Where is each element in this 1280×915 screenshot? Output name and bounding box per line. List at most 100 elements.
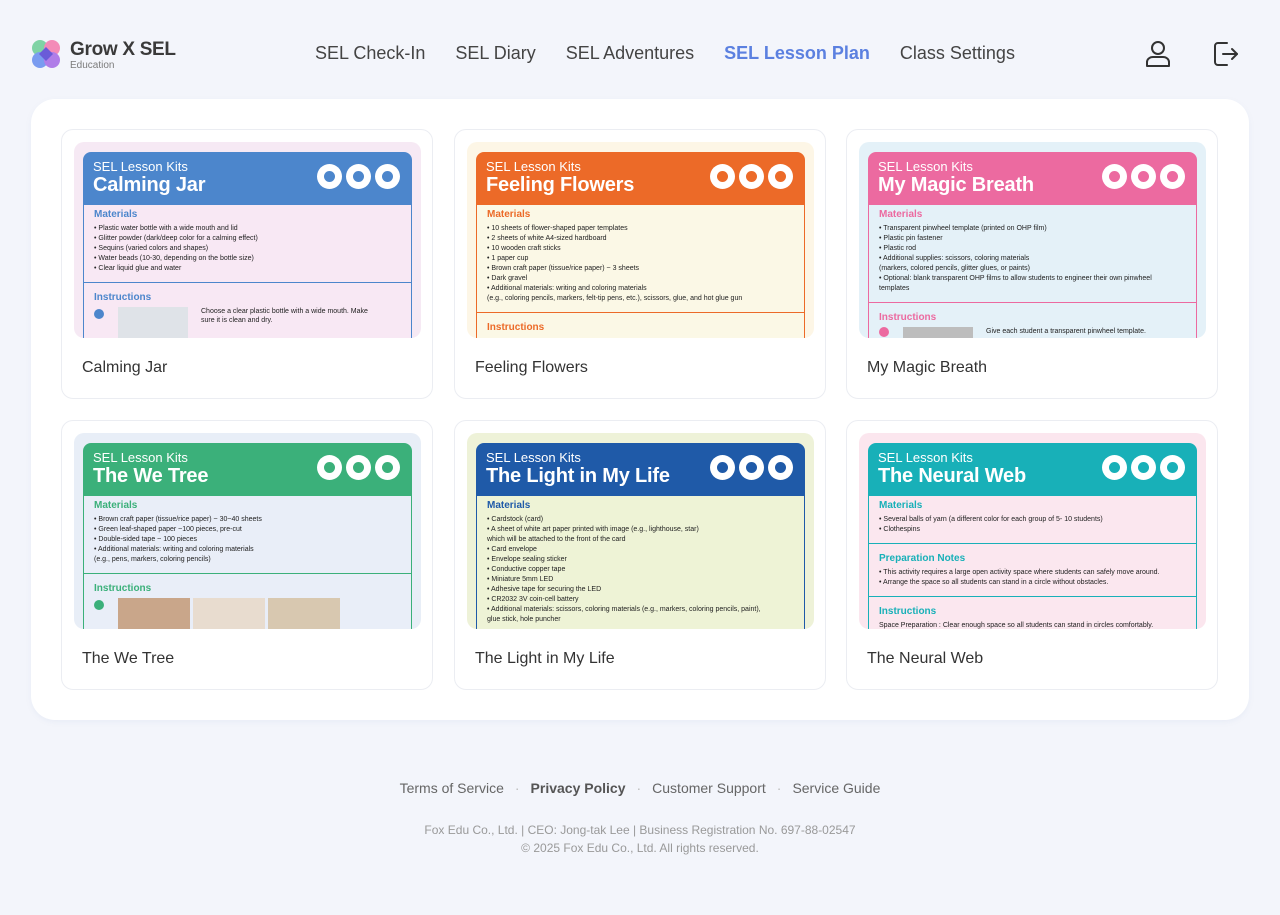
kit-line: • Arrange the space so all students can … — [879, 579, 1109, 586]
kit-line: • Green leaf-shaped paper ~100 pieces, p… — [94, 526, 242, 533]
nav-sel-diary[interactable]: SEL Diary — [455, 42, 535, 64]
kit-section-instructions: Instructions — [94, 292, 152, 303]
kit-thumbnail: SEL Lesson Kits The We Tree Materials • … — [74, 433, 421, 629]
kit-icons — [313, 455, 400, 480]
kit-section-instructions: Instructions — [879, 606, 937, 617]
lesson-card-title: Calming Jar — [82, 359, 168, 376]
yarn-icon — [1102, 455, 1127, 480]
kit-line: (e.g., coloring pencils, markers, felt-t… — [487, 295, 743, 302]
kit-thumbnail: SEL Lesson Kits Calming Jar Materials • … — [74, 142, 421, 338]
kit-section-materials: Materials — [487, 500, 531, 511]
kit-line: • Plastic pin fastener — [879, 235, 943, 242]
kit-line: (markers, colored pencils, glitter glues… — [879, 265, 1030, 272]
yarn-icon — [1160, 455, 1185, 480]
kit-line: • Adhesive tape for securing the LED — [487, 586, 602, 593]
spiral-icon — [375, 164, 400, 189]
kit-line: • 10 sheets of flower-shaped paper templ… — [487, 225, 628, 232]
kit-line: • Additional supplies: scissors, colorin… — [879, 255, 1030, 262]
kit-line: • Envelope sealing sticker — [487, 556, 567, 563]
customer-support-link[interactable]: Customer Support — [652, 780, 766, 796]
logo[interactable]: Grow X SEL Education — [30, 37, 190, 73]
sparkle-icon — [317, 164, 342, 189]
kit-line: • Additional materials: scissors, colori… — [487, 606, 761, 613]
pinwheel-icon — [1131, 164, 1156, 189]
lesson-card-the-we-tree[interactable]: SEL Lesson Kits The We Tree Materials • … — [61, 420, 433, 690]
pinwheel-icon — [1102, 164, 1127, 189]
kit-step: Give each student a transparent pinwheel… — [986, 328, 1146, 335]
lesson-card-feeling-flowers[interactable]: SEL Lesson Kits Feeling Flowers Material… — [454, 129, 826, 399]
lesson-card-title: Feeling Flowers — [475, 359, 588, 376]
kit-line: • Conductive copper tape — [487, 566, 566, 573]
kit-line: • Sequins (varied colors and shapes) — [94, 245, 209, 252]
kit-section-preparation: Preparation Notes — [879, 553, 966, 564]
user-icon — [1146, 41, 1170, 67]
kit-line: which will be attached to the front of t… — [487, 536, 626, 543]
kit-line: glue stick, hole puncher — [487, 616, 561, 623]
kit-thumbnail: SEL Lesson Kits The Neural Web Materials… — [859, 433, 1206, 629]
kit-line: • This activity requires a large open ac… — [879, 569, 1160, 576]
kit-thumbnail: SEL Lesson Kits Feeling Flowers Material… — [467, 142, 814, 338]
leaf-icon — [317, 455, 342, 480]
logout-button[interactable] — [1213, 40, 1239, 68]
profile-button[interactable] — [1145, 40, 1171, 68]
kit-line: • 1 paper cup — [487, 255, 529, 262]
logout-icon — [1214, 42, 1238, 66]
copyright: © 2025 Fox Edu Co., Ltd. All rights rese… — [521, 841, 759, 855]
service-guide-link[interactable]: Service Guide — [792, 780, 880, 796]
nav-sel-check-in[interactable]: SEL Check-In — [315, 42, 425, 64]
kit-line: • Double-sided tape ~ 100 pieces — [94, 536, 198, 543]
kit-line: (e.g., pens, markers, coloring pencils) — [94, 556, 211, 563]
lesson-card-title: The Neural Web — [867, 650, 984, 667]
kit-line: templates — [879, 285, 910, 292]
brand-sub: Education — [70, 60, 115, 71]
lightbulb-icon — [739, 455, 764, 480]
kit-section-materials: Materials — [879, 209, 923, 220]
kit-line: • Water beads (10-30, depending on the b… — [94, 255, 254, 262]
lesson-card-title: My Magic Breath — [867, 359, 988, 376]
lesson-card-the-neural-web[interactable]: SEL Lesson Kits The Neural Web Materials… — [846, 420, 1218, 690]
kit-section-instructions: Instructions — [879, 312, 937, 323]
lesson-card-my-magic-breath[interactable]: SEL Lesson Kits My Magic Breath Material… — [846, 129, 1218, 399]
main-nav: SEL Check-In SEL Diary SEL Adventures SE… — [315, 42, 1045, 64]
brand-name: Grow X SEL — [70, 39, 176, 60]
nav-sel-adventures[interactable]: SEL Adventures — [566, 42, 694, 64]
kit-section-materials: Materials — [94, 500, 138, 511]
flower-icon — [739, 164, 764, 189]
kit-line: • A sheet of white art paper printed wit… — [487, 526, 699, 533]
yarn-icon — [1131, 455, 1156, 480]
kit-icons — [706, 164, 793, 189]
kit-step: Choose a clear plastic bottle with a wid… — [201, 308, 368, 324]
nav-sel-lesson-plan[interactable]: SEL Lesson Plan — [724, 42, 870, 64]
lesson-card-the-light-in-my-life[interactable]: SEL Lesson Kits The Light in My Life Mat… — [454, 420, 826, 690]
kit-line: • 2 sheets of white A4-sized hardboard — [487, 235, 607, 242]
kit-line: • Optional: blank transparent OHP films … — [879, 275, 1152, 282]
kit-icons — [706, 455, 793, 480]
footer-links: Terms of Service · Privacy Policy · Customer… — [399, 780, 881, 796]
kit-line: • Glitter powder (dark/deep color for a … — [94, 235, 258, 242]
company-details: Fox Edu Co., Ltd. | CEO: Jong-tak Lee | … — [424, 823, 856, 837]
flower-icon — [768, 164, 793, 189]
privacy-policy-link[interactable]: Privacy Policy — [531, 780, 626, 796]
lesson-plan-panel: SEL Lesson Kits Calming Jar Materials • … — [31, 99, 1249, 720]
kit-icons — [1098, 164, 1185, 189]
kit-line: • Card envelope — [487, 546, 537, 553]
pinwheel-icon — [1160, 164, 1185, 189]
sun-icon — [768, 455, 793, 480]
kit-line: • Clear liquid glue and water — [94, 265, 182, 272]
kit-section-materials: Materials — [94, 209, 138, 220]
lesson-card-calming-jar[interactable]: SEL Lesson Kits Calming Jar Materials • … — [61, 129, 433, 399]
kit-line: • 10 wooden craft sticks — [487, 245, 561, 252]
leaf-icon — [375, 455, 400, 480]
lesson-card-title: The We Tree — [82, 650, 175, 667]
kit-section-materials: Materials — [879, 500, 923, 511]
kit-line: • Miniature 5mm LED — [487, 576, 554, 583]
kit-line: • Additional materials: writing and colo… — [487, 285, 647, 292]
kit-line: • Clothespins — [879, 526, 920, 533]
flower-icon — [710, 164, 735, 189]
logo-mark-icon — [32, 40, 60, 68]
kit-section-instructions: Instructions — [94, 583, 152, 594]
kit-line: • Several balls of yarn (a different col… — [879, 516, 1103, 523]
terms-of-service-link[interactable]: Terms of Service — [400, 780, 504, 796]
nav-class-settings[interactable]: Class Settings — [900, 42, 1015, 64]
kit-line: • Transparent pinwheel template (printed… — [879, 225, 1047, 232]
